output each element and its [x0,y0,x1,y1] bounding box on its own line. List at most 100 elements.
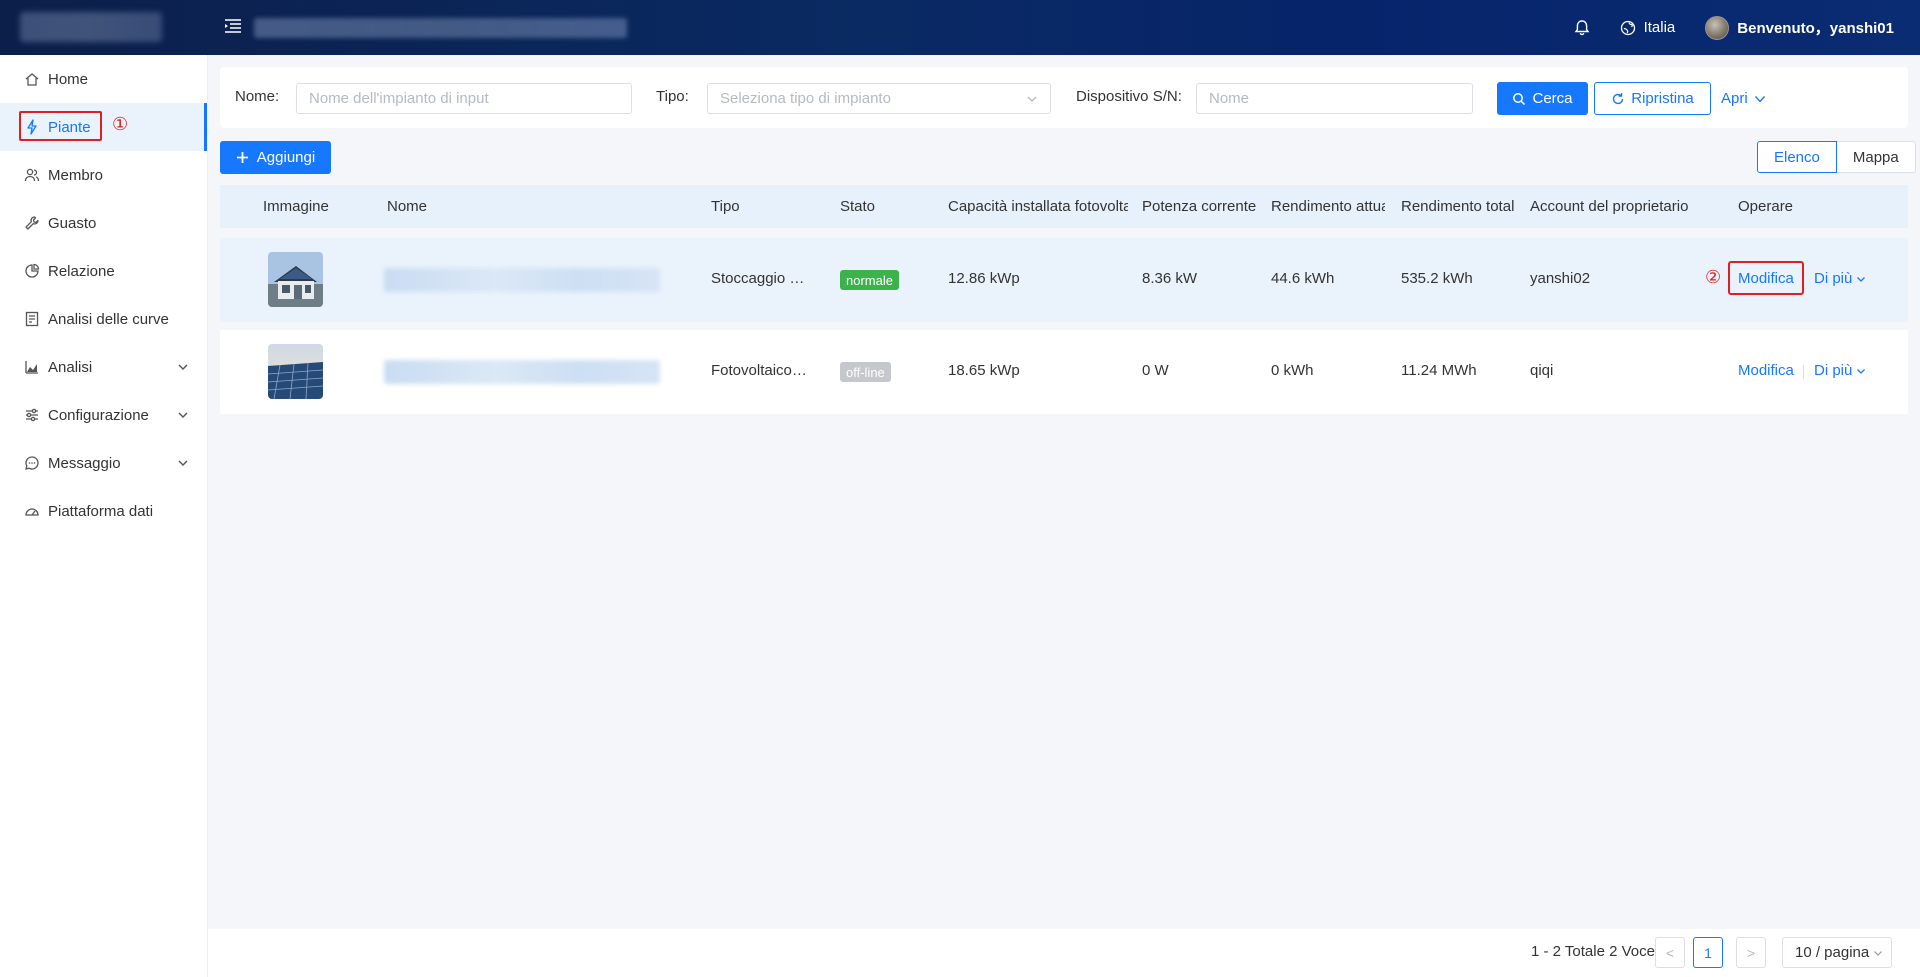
bell-icon[interactable] [1574,19,1590,36]
more-dropdown[interactable]: Di più [1814,270,1866,287]
user-menu[interactable]: Benvenuto，yanshi01 [1705,15,1894,40]
menu-toggle-icon[interactable] [224,17,242,35]
column-header: Immagine [263,198,329,215]
list-view-button[interactable]: Elenco [1757,141,1837,173]
table-row[interactable]: Fotovoltaico… off-line 18.65 kWp 0 W 0 k… [220,330,1908,414]
plant-type: Fotovoltaico… [711,362,807,379]
plant-thumbnail [268,344,323,399]
plant-type: Stoccaggio e… [711,270,811,287]
divider [1803,365,1804,379]
column-header: Potenza corrente [1142,198,1257,215]
expand-filters-link[interactable]: Apri [1713,82,1774,115]
column-header: Nome [387,198,428,215]
sidebar-item-configurazione[interactable]: Configurazione [0,391,207,439]
annotation-step-2: ② [1705,267,1722,287]
chevron-down-icon [1874,950,1883,956]
name-filter-input[interactable]: Nome dell'impianto di input [296,83,632,114]
plant-name-redacted [384,268,660,292]
search-button[interactable]: Cerca [1497,82,1588,115]
status-badge: normale [840,270,899,290]
pagination-summary: 1 - 2 Totale 2 Voce [1531,943,1655,960]
column-header: Rendimento totale [1401,198,1515,215]
welcome-text: Benvenuto，yanshi01 [1737,20,1894,37]
report-icon [25,311,39,327]
plus-icon [236,152,248,163]
more-dropdown[interactable]: Di più [1814,362,1866,379]
plant-name-redacted [384,360,660,384]
home-icon [25,73,39,86]
prev-page-button[interactable]: < [1655,937,1685,968]
edit-link[interactable]: Modifica [1738,362,1794,379]
sidebar-item-messaggio[interactable]: Messaggio [0,439,207,487]
chevron-down-icon [1857,368,1866,374]
avatar [1705,15,1730,40]
annotation-step-1: ① [112,114,129,134]
current-power: 8.36 kW [1142,270,1198,287]
chevron-down-icon [1027,96,1037,102]
table-row[interactable]: Stoccaggio e… normale 12.86 kWp 8.36 kW … [220,238,1908,322]
current-yield: 44.6 kWh [1271,270,1335,287]
column-header: Stato [840,198,876,215]
type-filter-select[interactable]: Seleziona tipo di impianto [707,83,1051,114]
owner-account: qiqi [1530,362,1554,379]
page-size-select[interactable]: 10 / pagina [1782,937,1892,968]
sidebar-item-relazione[interactable]: Relazione [0,247,207,295]
search-icon [1513,92,1526,105]
wrench-icon [25,216,39,230]
page-1-button[interactable]: 1 [1693,937,1723,968]
column-header: Operare [1738,198,1794,215]
edit-link[interactable]: Modifica [1738,270,1794,287]
plant-icon [27,119,37,135]
plant-thumbnail [268,252,323,307]
status-badge: off-line [840,362,891,382]
chevron-down-icon [1857,276,1866,282]
owner-account: yanshi02 [1530,270,1591,287]
sn-filter-input[interactable]: Nome [1196,83,1473,114]
language-selector[interactable]: Italia [1620,19,1676,36]
column-header: Capacità installata fotovoltaica [948,198,1128,215]
current-yield: 0 kWh [1271,362,1314,379]
column-header: Rendimento attuale [1271,198,1385,215]
table-header: Immagine Nome Tipo Stato Capacità instal… [220,185,1908,228]
refresh-icon [1613,92,1624,104]
sn-filter-label: Dispositivo S/N: [1076,88,1182,105]
total-yield: 535.2 kWh [1401,270,1473,287]
dashboard-icon [25,508,39,516]
language-label: Italia [1643,19,1676,36]
sidebar-item-piattaforma-dati[interactable]: Piattaforma dati [0,487,207,535]
sidebar-item-piante[interactable]: Piante [0,103,207,151]
current-power: 0 W [1142,362,1169,379]
filter-bar: Nome: Nome dell'impianto di input Tipo: … [220,67,1908,128]
sidebar-item-membro[interactable]: Membro [0,151,207,199]
chevron-down-icon [178,364,188,370]
map-view-button[interactable]: Mappa [1836,141,1916,173]
total-yield: 11.24 MWh [1401,362,1477,379]
top-header: Italia Benvenuto，yanshi01 [0,0,1920,55]
add-plant-button[interactable]: Aggiungi [220,141,331,174]
installed-capacity: 18.65 kWp [948,362,1020,379]
type-filter-label: Tipo: [656,88,689,105]
sidebar-item-guasto[interactable]: Guasto [0,199,207,247]
area-chart-icon [25,361,38,374]
reset-button[interactable]: Ripristina [1594,82,1711,115]
chevron-down-icon [178,412,188,418]
system-title [254,18,627,38]
column-header: Account del proprietario [1530,198,1689,215]
installed-capacity: 12.86 kWp [948,270,1020,287]
sidebar-item-home[interactable]: Home [0,55,207,103]
view-toggle: Elenco Mappa [1757,141,1916,173]
globe-icon [1620,20,1635,35]
users-icon [24,168,40,182]
sidebar-item-analisi[interactable]: Analisi [0,343,207,391]
chevron-down-icon [178,460,188,466]
pie-chart-icon [25,263,40,278]
message-icon [25,456,39,470]
chevron-down-icon [1754,95,1765,103]
next-page-button[interactable]: > [1736,937,1766,968]
logo [20,12,162,42]
name-filter-label: Nome: [235,88,280,105]
sliders-icon [26,408,38,422]
column-header: Tipo [711,198,740,215]
sidebar: Home Piante Membro Guasto Relazione Anal… [0,55,208,977]
sidebar-item-analisi-curve[interactable]: Analisi delle curve [0,295,207,343]
